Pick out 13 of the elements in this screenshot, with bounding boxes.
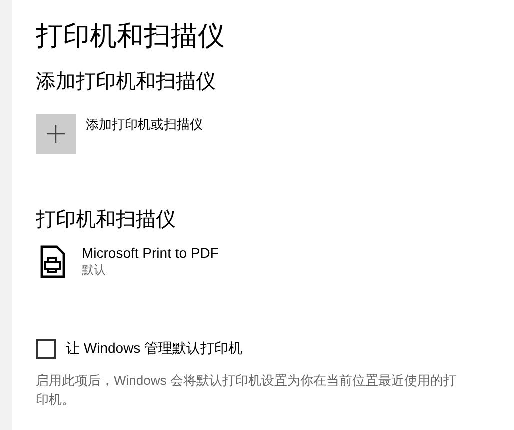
add-button[interactable]	[36, 114, 76, 154]
checkbox[interactable]	[36, 339, 56, 359]
printer-item[interactable]: Microsoft Print to PDF 默认	[36, 240, 506, 279]
checkbox-label: 让 Windows 管理默认打印机	[66, 340, 243, 358]
add-printer-label[interactable]: 添加打印机或扫描仪	[86, 116, 203, 134]
section-heading: 添加打印机和扫描仪	[36, 70, 217, 95]
printer-document-icon	[40, 245, 66, 279]
page-title: 打印机和扫描仪	[36, 20, 226, 53]
plus-icon	[47, 125, 65, 143]
printer-status: 默认	[82, 262, 107, 278]
section-heading: 打印机和扫描仪	[36, 208, 177, 233]
printer-name: Microsoft Print to PDF	[82, 244, 219, 262]
description-text: 启用此项后，Windows 会将默认打印机设置为你在当前位置最近使用的打印机。	[36, 372, 458, 409]
